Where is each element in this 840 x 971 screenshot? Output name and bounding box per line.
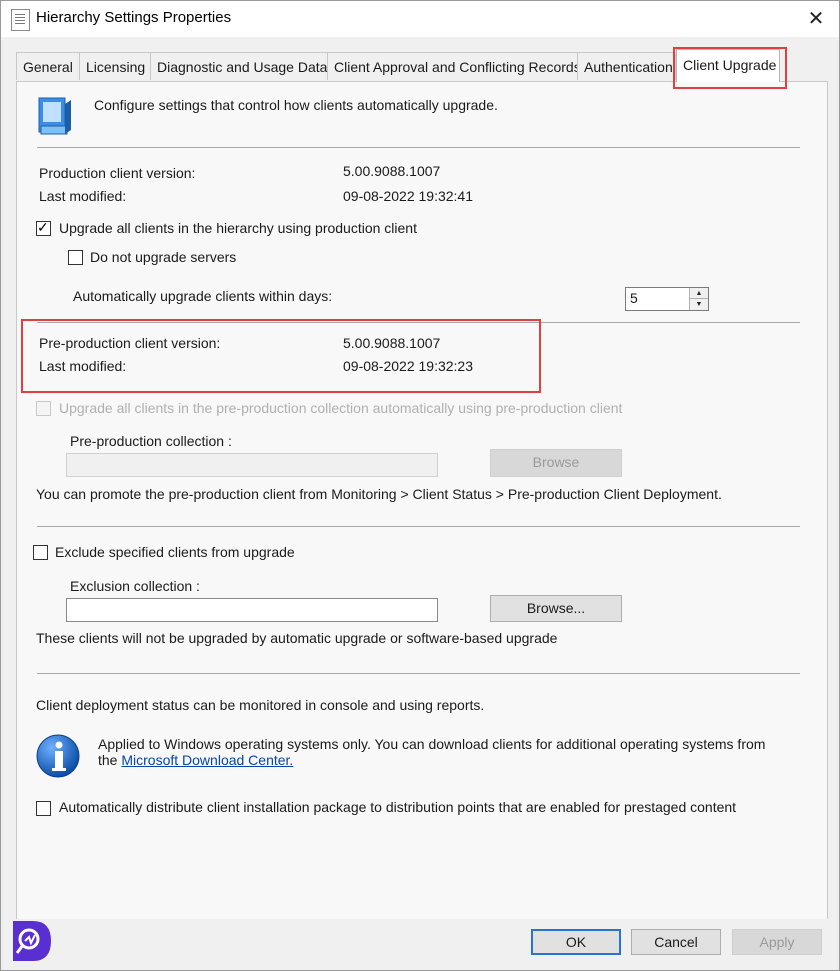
preprod-collection-field[interactable] bbox=[66, 453, 438, 477]
exclusion-collection-field[interactable] bbox=[66, 598, 438, 622]
tab-authentication[interactable]: Authentication bbox=[577, 52, 676, 80]
info-icon bbox=[36, 734, 80, 778]
preprod-upgrade-label: Upgrade all clients in the pre-productio… bbox=[59, 400, 623, 416]
no-upgrade-servers-checkbox[interactable] bbox=[68, 250, 83, 265]
spinner-buttons: ▲ ▼ bbox=[689, 288, 708, 310]
exclude-clients-label: Exclude specified clients from upgrade bbox=[55, 544, 295, 560]
promote-note: You can promote the pre-production clien… bbox=[36, 486, 722, 502]
apply-button[interactable]: Apply bbox=[732, 929, 822, 955]
brand-logo-icon bbox=[13, 921, 51, 961]
exclusion-browse-button[interactable]: Browse... bbox=[490, 595, 622, 622]
tab-licensing[interactable]: Licensing bbox=[79, 52, 151, 80]
spin-up-icon[interactable]: ▲ bbox=[690, 288, 708, 299]
title-bar: Hierarchy Settings Properties ✕ bbox=[1, 1, 839, 37]
upgrade-all-checkbox[interactable] bbox=[36, 219, 51, 236]
production-modified-value: 09-08-2022 19:32:41 bbox=[343, 188, 473, 204]
microsoft-download-center-link[interactable]: Microsoft Download Center. bbox=[121, 752, 293, 768]
exclusion-collection-label: Exclusion collection : bbox=[70, 578, 200, 594]
preprod-browse-button[interactable]: Browse bbox=[490, 449, 622, 477]
tab-highlight-box bbox=[673, 47, 787, 89]
preprod-collection-label: Pre-production collection : bbox=[70, 433, 232, 449]
info-text-line1: Applied to Windows operating systems onl… bbox=[98, 736, 766, 752]
auto-distribute-checkbox[interactable] bbox=[36, 801, 51, 816]
ok-button[interactable]: OK bbox=[531, 929, 621, 955]
tab-general[interactable]: General bbox=[16, 52, 80, 80]
auto-days-value[interactable]: 5 bbox=[630, 290, 638, 306]
info-text-prefix: the bbox=[98, 752, 118, 768]
deploy-status-note: Client deployment status can be monitore… bbox=[36, 697, 485, 713]
header-description: Configure settings that control how clie… bbox=[94, 97, 498, 113]
auto-days-spinner[interactable]: 5 ▲ ▼ bbox=[625, 287, 709, 311]
production-version-value: 5.00.9088.1007 bbox=[343, 163, 441, 179]
cancel-button[interactable]: Cancel bbox=[631, 929, 721, 955]
separator bbox=[37, 673, 800, 674]
properties-dialog: Hierarchy Settings Properties ✕ General … bbox=[0, 0, 840, 971]
preprod-upgrade-checkbox[interactable] bbox=[36, 401, 51, 416]
tab-diagnostic-usage-data[interactable]: Diagnostic and Usage Data bbox=[150, 52, 328, 80]
separator bbox=[37, 147, 800, 148]
preprod-highlight-box bbox=[21, 319, 541, 393]
computer-icon bbox=[38, 97, 71, 135]
auto-days-label: Automatically upgrade clients within day… bbox=[73, 288, 333, 304]
separator bbox=[37, 526, 800, 527]
properties-window-icon bbox=[11, 9, 30, 31]
exclude-note: These clients will not be upgraded by au… bbox=[36, 630, 558, 646]
client-upgrade-panel: Configure settings that control how clie… bbox=[16, 81, 828, 920]
tab-client-approval[interactable]: Client Approval and Conflicting Records bbox=[327, 52, 581, 80]
production-version-label: Production client version: bbox=[39, 165, 196, 181]
exclude-clients-checkbox[interactable] bbox=[33, 545, 48, 560]
auto-distribute-label: Automatically distribute client installa… bbox=[59, 799, 737, 815]
window-title: Hierarchy Settings Properties bbox=[36, 9, 232, 26]
production-modified-label: Last modified: bbox=[39, 188, 127, 204]
dialog-footer: OK Cancel Apply bbox=[1, 919, 839, 970]
close-button[interactable]: ✕ bbox=[801, 5, 831, 33]
upgrade-all-label: Upgrade all clients in the hierarchy usi… bbox=[59, 220, 417, 236]
no-upgrade-servers-label: Do not upgrade servers bbox=[90, 249, 237, 265]
info-text-line2: the Microsoft Download Center. bbox=[98, 752, 293, 768]
spin-down-icon[interactable]: ▼ bbox=[690, 299, 708, 310]
